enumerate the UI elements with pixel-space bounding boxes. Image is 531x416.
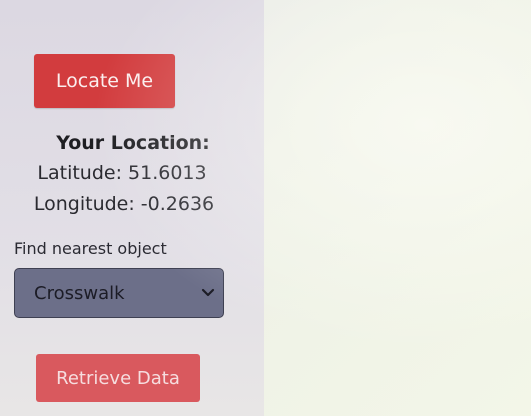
select-value: Crosswalk: [34, 282, 125, 304]
location-heading: Your Location:: [56, 132, 210, 154]
find-nearest-label: Find nearest object: [14, 239, 167, 258]
locate-me-button[interactable]: Locate Me: [34, 54, 175, 108]
longitude-text: Longitude: -0.2636: [33, 193, 215, 215]
object-type-select[interactable]: Crosswalk: [14, 268, 224, 318]
latitude-text: Latitude: 51.6013: [37, 162, 207, 184]
chevron-down-icon: [199, 284, 217, 302]
retrieve-data-button[interactable]: Retrieve Data: [36, 354, 200, 402]
